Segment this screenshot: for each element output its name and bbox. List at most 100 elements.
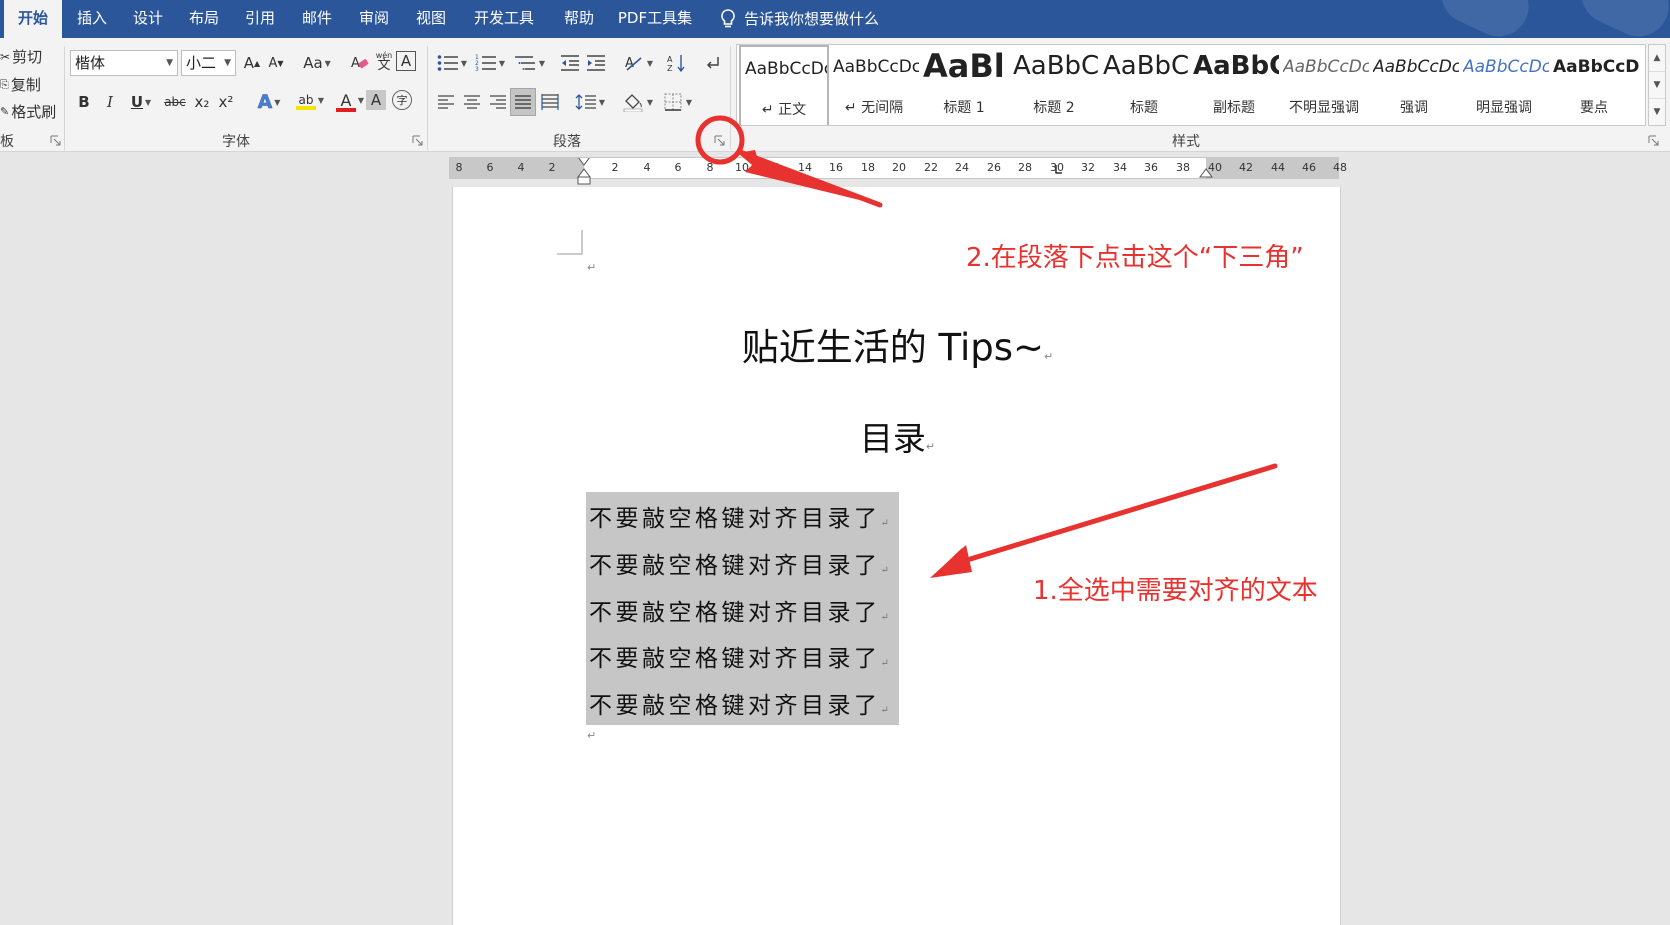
chevron-down-icon: ▼ [145,97,152,107]
style-name: ↵ 正文 [761,102,807,118]
gallery-more-icon[interactable]: ▼ [1649,99,1665,126]
italic-button[interactable]: I [98,90,122,114]
align-left-button[interactable] [434,90,458,114]
paragraph-mark: ↵ [925,440,936,453]
styles-dialog-launcher-icon[interactable] [1648,135,1660,147]
tab-design[interactable]: 设计 [122,0,174,38]
paragraph-dialog-launcher-icon[interactable] [714,135,726,147]
tab-review[interactable]: 审阅 [348,0,400,38]
bold-button[interactable]: B [72,90,96,114]
clipboard-dialog-launcher-icon[interactable] [50,135,62,147]
distributed-button[interactable] [538,90,562,114]
document-title[interactable]: 贴近生活的 Tips~↵ [453,317,1342,371]
toc-line[interactable]: 不要敲空格键对齐目录了↵ [589,499,889,533]
subscript-button[interactable]: x₂ [190,90,214,114]
text-direction-button[interactable]: A ▼ [620,51,656,75]
copy-button[interactable]: ⎘ 复制 [0,74,41,95]
tab-view[interactable]: 视图 [405,0,457,38]
justify-button[interactable] [510,88,536,116]
toc-line[interactable]: 不要敲空格键对齐目录了↵ [589,639,889,673]
chevron-down-icon: ▼ [646,97,654,107]
clear-formatting-button[interactable]: A [348,51,372,75]
ruler-number: 46 [1302,161,1316,174]
align-center-icon [464,95,480,109]
font-name-combo[interactable]: 楷体 ▼ [70,50,178,76]
align-center-button[interactable] [460,90,484,114]
decrease-indent-button[interactable] [558,51,582,75]
tell-me-search[interactable]: 告诉我你想要做什么 [720,0,879,38]
borders-button[interactable]: ▼ [660,90,696,114]
paragraph-mark: ↵ [587,729,597,742]
cut-button[interactable]: ✂ 剪切 [0,46,42,67]
numbering-button[interactable]: 1 2 3 ▼ [472,51,508,75]
increase-indent-button[interactable] [584,51,608,75]
sort-button[interactable]: AZ [665,51,689,75]
chevron-down-icon: ▼ [598,97,606,107]
strikethrough-button[interactable]: abc [162,90,188,114]
shrink-font-button[interactable]: A ▼ [264,51,288,75]
style-subtle-emphasis[interactable]: AaBbCcDc 不明显强调 [1279,45,1369,125]
paragraph-mark: ↵ [880,612,889,623]
tab-help[interactable]: 帮助 [553,0,605,38]
styles-gallery-scroller: ▲ ▼ ▼ [1648,44,1666,126]
style-strong[interactable]: AaBbCcD 要点 [1549,45,1639,125]
toc-line[interactable]: 不要敲空格键对齐目录了↵ [589,593,889,627]
tab-developer[interactable]: 开发工具 [466,0,542,38]
character-shading-button[interactable]: A [366,90,386,110]
style-normal[interactable]: AaBbCcDc ↵ 正文 [739,45,829,125]
shrink-font-icon: A [268,55,278,71]
highlight-button[interactable]: ab ▼ [288,90,324,114]
chevron-up-icon[interactable]: ▲ [1649,45,1665,72]
grow-font-button[interactable]: A ▲ [240,51,264,75]
character-border-icon: A [400,52,412,70]
ruler-number: 10 [735,161,749,174]
highlight-color-bar [296,106,316,110]
sort-icon: AZ [667,55,685,73]
text-effects-button[interactable]: A ▼ [252,90,286,114]
bullets-button[interactable]: ▼ [434,51,470,75]
shading-button[interactable]: ▼ [620,90,656,114]
superscript-button[interactable]: x² [214,90,238,114]
tab-home[interactable]: 开始 [4,0,62,38]
toc-line-text: 不要敲空格键对齐目录了 [589,646,881,672]
style-no-spacing[interactable]: AaBbCcDc ↵ 无间隔 [829,45,919,125]
font-color-button[interactable]: A ▼ [328,90,364,114]
underline-button[interactable]: U ▼ [124,90,158,114]
font-dialog-launcher-icon[interactable] [412,135,424,147]
line-spacing-button[interactable]: ▼ [572,90,608,114]
style-sample: AaBl [923,47,1005,85]
chevron-down-icon[interactable]: ▼ [1649,72,1665,99]
character-border-button[interactable]: A [396,51,416,71]
ruler-number: 38 [1176,161,1190,174]
ruler-number: 2 [548,161,556,174]
tab-references[interactable]: 引用 [234,0,286,38]
phonetic-guide-button[interactable]: wén 文 [372,49,396,73]
align-right-button[interactable] [486,90,510,114]
ruler-number: 2 [611,161,619,174]
toc-line[interactable]: 不要敲空格键对齐目录了↵ [589,546,889,580]
style-heading-1[interactable]: AaBl 标题 1 [919,45,1009,125]
horizontal-ruler[interactable]: 8 6 4 2 2 4 6 8 10 12 14 16 18 20 22 24 … [449,157,1347,185]
style-emphasis[interactable]: AaBbCcDc 强调 [1369,45,1459,125]
toc-line-text: 不要敲空格键对齐目录了 [589,693,881,719]
style-title[interactable]: AaBbC 标题 [1099,45,1189,125]
show-hide-marks-button[interactable] [700,51,724,75]
document-page[interactable]: ↵ 贴近生活的 Tips~↵ 目录↵ 不要敲空格键对齐目录了↵ 不要敲空格键对齐… [452,187,1341,925]
format-painter-button[interactable]: ✎ 格式刷 [0,101,56,122]
tab-pdf-tools[interactable]: PDF工具集 [612,0,698,38]
tab-insert[interactable]: 插入 [66,0,118,38]
toc-line[interactable]: 不要敲空格键对齐目录了↵ [589,686,889,720]
style-heading-2[interactable]: AaBbC 标题 2 [1009,45,1099,125]
style-intense-emphasis[interactable]: AaBbCcDc 明显强调 [1459,45,1549,125]
tab-layout[interactable]: 布局 [178,0,230,38]
toc-heading[interactable]: 目录↵ [453,412,1342,460]
annotation-step-1: 1.全选中需要对齐的文本 [1033,576,1318,606]
multilevel-list-button[interactable]: ▼ [512,51,548,75]
font-size-combo[interactable]: 小二 ▼ [181,50,236,76]
style-subtitle[interactable]: AaBbC 副标题 [1189,45,1279,125]
enclose-characters-button[interactable]: 字 [392,90,412,110]
change-case-button[interactable]: Aa ▼ [300,51,334,75]
paragraph-mark: ↵ [880,658,889,669]
tab-mailings[interactable]: 邮件 [291,0,343,38]
style-name: 明显强调 [1476,100,1532,116]
